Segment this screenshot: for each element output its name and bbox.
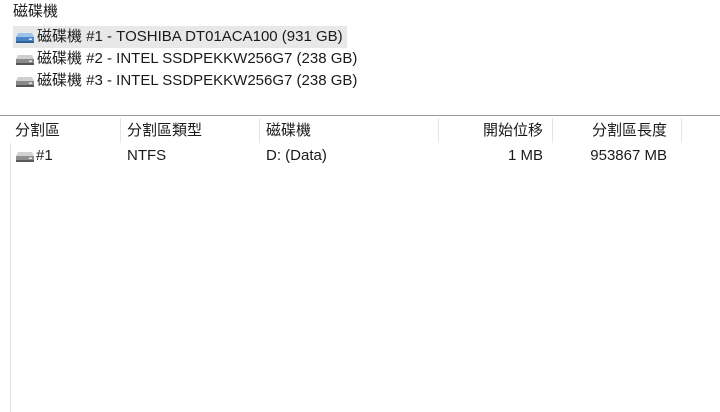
column-separator[interactable] (259, 118, 260, 143)
cell-length: 953867 MB (590, 147, 667, 164)
disk-item-1[interactable]: 磁碟機 #1 - TOSHIBA DT01ACA100 (931 GB) (13, 26, 347, 48)
column-header-partition[interactable]: 分割區 (15, 118, 60, 143)
disk-item-label: 磁碟機 #3 - INTEL SSDPEKKW256G7 (238 GB) (37, 72, 358, 89)
disk-section-title: 磁碟機 (13, 3, 59, 20)
disk-item-label: 磁碟機 #2 - INTEL SSDPEKKW256G7 (238 GB) (37, 50, 358, 67)
panel-divider[interactable] (0, 115, 720, 116)
column-separator[interactable] (681, 118, 682, 143)
column-separator[interactable] (552, 118, 553, 143)
disk-item-3[interactable]: 磁碟機 #3 - INTEL SSDPEKKW256G7 (238 GB) (13, 70, 361, 92)
column-header-drive[interactable]: 磁碟機 (266, 118, 311, 143)
partition-table: 分割區 分割區類型 磁碟機 開始位移 分割區長度 #1 NTFS D: (Dat… (0, 118, 720, 167)
cell-partition: #1 (36, 147, 53, 164)
hard-disk-icon (16, 55, 34, 65)
panel-left-edge (10, 143, 11, 412)
disk-panel: 磁碟機 磁碟機 #1 - TOSHIBA DT01ACA100 (931 GB)… (0, 0, 720, 114)
cell-type: NTFS (127, 147, 167, 164)
disk-item-2[interactable]: 磁碟機 #2 - INTEL SSDPEKKW256G7 (238 GB) (13, 48, 361, 70)
hard-disk-icon (16, 33, 34, 43)
table-header: 分割區 分割區類型 磁碟機 開始位移 分割區長度 (0, 118, 720, 143)
column-header-start[interactable]: 開始位移 (440, 118, 543, 143)
disk-item-label: 磁碟機 #1 - TOSHIBA DT01ACA100 (931 GB) (37, 28, 343, 45)
disk-list: 磁碟機 #1 - TOSHIBA DT01ACA100 (931 GB) 磁碟機… (13, 26, 361, 92)
cell-start: 1 MB (507, 147, 543, 164)
column-separator[interactable] (438, 118, 439, 143)
table-row[interactable]: #1 NTFS D: (Data) 1 MB 953867 MB (0, 145, 720, 167)
hard-disk-icon (16, 77, 34, 87)
column-separator[interactable] (120, 118, 121, 143)
partition-icon (16, 152, 34, 162)
column-header-length[interactable]: 分割區長度 (554, 118, 667, 143)
column-header-type[interactable]: 分割區類型 (127, 118, 202, 143)
cell-drive: D: (Data) (266, 147, 327, 164)
